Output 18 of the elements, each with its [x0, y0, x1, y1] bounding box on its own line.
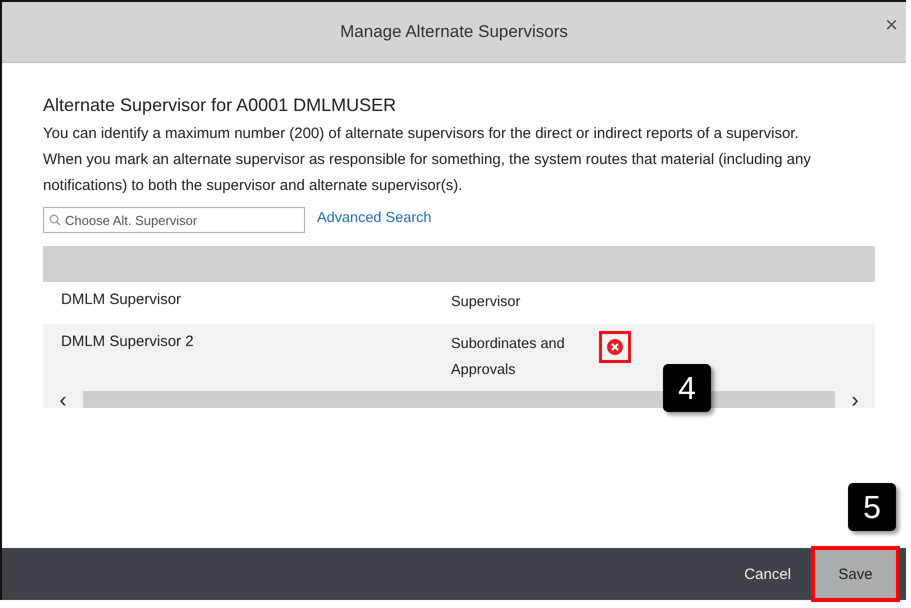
description-text: You can identify a maximum number (200) of alternate supervisors for the direct or indirect reports of a supervisor. When you mark an alternate supervisor as responsible for something, the system routes that material (including any notifications) to both the supervisor and alternate supervisor(s). — [43, 124, 812, 196]
remove-icon — [606, 338, 624, 356]
section-heading: Alternate Supervisor for A0001 DMLMUSER — [43, 95, 398, 116]
scroll-left-button[interactable]: ‹ — [43, 391, 83, 408]
save-button[interactable]: Save — [813, 548, 898, 600]
table-cell-text: DMLM Supervisor — [61, 291, 182, 308]
scroll-right-button[interactable]: › — [835, 391, 875, 408]
close-button[interactable]: × — [879, 12, 904, 38]
step-badge: 4 — [663, 364, 711, 412]
cancel-button[interactable]: Cancel — [722, 548, 813, 600]
table-cell-text: Supervisor — [451, 293, 522, 312]
table-cell-text: Subordinates and Approvals — [451, 335, 566, 380]
remove-button[interactable] — [599, 331, 631, 363]
step-badge: 5 — [848, 483, 896, 531]
dialog-title: Manage Alternate Supervisors — [340, 22, 568, 42]
search-field[interactable]: Choose Alt. Supervisor — [43, 207, 305, 233]
advanced-search-link[interactable]: Advanced Search — [317, 210, 432, 226]
table-cell-text: DMLM Supervisor 2 — [61, 333, 195, 350]
